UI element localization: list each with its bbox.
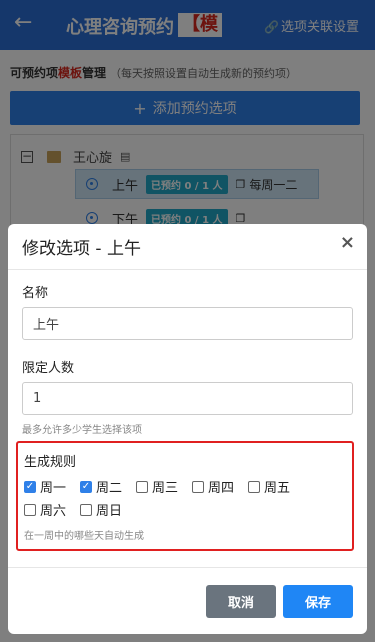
modal-header-divider (8, 269, 367, 270)
day-checkbox-sat[interactable]: 周六 (24, 500, 66, 519)
modal-footer-divider (8, 567, 367, 568)
limit-input[interactable]: 1 (22, 382, 353, 415)
generation-rule-section: 生成规则 ✓ 周一 ✓ 周二 周三 周四 周五 周六 周日 在一周中的哪些天自动… (16, 441, 354, 551)
day-label: 周一 (40, 481, 67, 496)
save-button[interactable]: 保存 (283, 585, 353, 618)
checkbox[interactable] (80, 503, 92, 516)
day-checkbox-sun[interactable]: 周日 (80, 500, 122, 519)
rule-label: 生成规则 (24, 455, 77, 470)
day-label: 周五 (264, 481, 291, 496)
checkbox[interactable] (192, 480, 204, 493)
close-icon[interactable]: × (340, 232, 355, 253)
limit-input-value: 1 (33, 391, 42, 406)
edit-option-modal: 修改选项 - 上午 × 名称 上午 限定人数 1 最多允许多少学生选择该项 生成… (8, 224, 367, 634)
modal-title: 修改选项 - 上午 (22, 239, 141, 259)
day-label: 周三 (152, 481, 179, 496)
checkbox[interactable] (248, 480, 260, 493)
day-label: 周四 (208, 481, 235, 496)
checkbox[interactable]: ✓ (24, 480, 36, 493)
limit-hint: 最多允许多少学生选择该项 (22, 425, 142, 436)
day-checkbox-thu[interactable]: 周四 (192, 477, 234, 496)
checkbox[interactable] (136, 480, 148, 493)
day-checkbox-mon[interactable]: ✓ 周一 (24, 477, 66, 496)
day-label: 周六 (40, 504, 67, 519)
rule-hint: 在一周中的哪些天自动生成 (24, 531, 144, 542)
checkbox[interactable] (24, 503, 36, 516)
day-checkbox-wed[interactable]: 周三 (136, 477, 178, 496)
day-checkbox-tue[interactable]: ✓ 周二 (80, 477, 122, 496)
checkbox[interactable]: ✓ (80, 480, 92, 493)
name-input-value: 上午 (33, 318, 60, 333)
day-label: 周日 (96, 504, 123, 519)
day-label: 周二 (96, 481, 123, 496)
limit-label: 限定人数 (22, 361, 75, 376)
name-input[interactable]: 上午 (22, 307, 353, 340)
day-checkbox-fri[interactable]: 周五 (248, 477, 290, 496)
cancel-button[interactable]: 取消 (206, 585, 276, 618)
name-label: 名称 (22, 286, 49, 301)
